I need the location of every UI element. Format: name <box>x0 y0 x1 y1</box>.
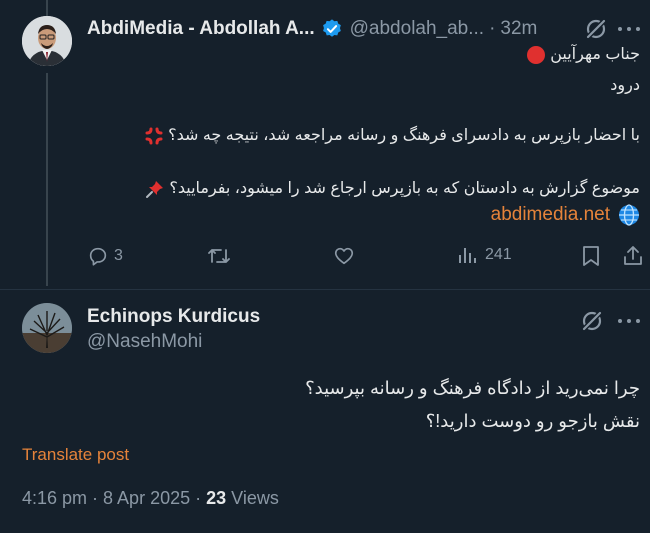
retweet-icon <box>208 249 230 263</box>
retweet-button[interactable] <box>207 245 231 267</box>
divider <box>0 289 650 290</box>
views-count: 23 <box>206 488 227 508</box>
share-icon <box>624 246 642 265</box>
thread-connector <box>46 73 48 286</box>
link-line: abdimedia.net <box>491 204 640 226</box>
tweet-actions-bar: 3 241 <box>0 245 650 275</box>
tweet-text-line: موضوع گزارش به دادستان که به بازپرس ارجا… <box>145 178 640 199</box>
heart-icon <box>334 247 354 265</box>
pushpin-icon <box>145 180 163 198</box>
view-count: 241 <box>485 246 512 263</box>
tweet-header: AbdiMedia - Abdollah A... @abdolah_ab...… <box>87 17 537 41</box>
tweet-text-line: نقش بازجو رو دوست دارید!؟ <box>425 411 640 431</box>
views-button[interactable]: 241 <box>457 245 512 265</box>
share-button[interactable] <box>622 245 644 267</box>
more-options-icon[interactable] <box>618 310 640 332</box>
tweet-text-line: درود <box>610 77 640 94</box>
analytics-icon <box>459 248 476 263</box>
website-link[interactable]: abdimedia.net <box>491 204 610 226</box>
display-name[interactable]: AbdiMedia - Abdollah A... <box>87 18 315 40</box>
globe-icon <box>619 204 639 226</box>
timestamp[interactable]: 32m <box>500 18 537 40</box>
translate-post-link[interactable]: Translate post <box>22 445 129 465</box>
like-button[interactable] <box>333 245 355 267</box>
views-label: Views <box>226 488 279 508</box>
tweet-text-line: چرا نمی‌رید از دادگاه فرهنگ و رسانه بپرس… <box>305 378 640 398</box>
grok-icon[interactable] <box>583 16 609 42</box>
red-circle-icon <box>526 45 545 64</box>
tweet-meta: 4:16 pm · 8 Apr 2025 · 23 Views <box>22 488 279 509</box>
avatar[interactable] <box>22 16 72 66</box>
reply-icon <box>89 247 107 266</box>
tweet-text-line: با احضار بازپرس به دادسرای فرهنگ و رسانه… <box>144 125 640 146</box>
separator-dot: · <box>489 18 496 39</box>
more-options-icon[interactable] <box>618 18 640 40</box>
bookmark-button[interactable] <box>581 245 601 267</box>
tweet-header: Echinops Kurdicus <box>87 305 260 329</box>
post-timestamp[interactable]: 4:16 pm · 8 Apr 2025 · <box>22 488 206 508</box>
tweet-text-line: جناب مهرآیین <box>526 44 640 65</box>
reply-button[interactable]: 3 <box>87 245 123 267</box>
grok-icon[interactable] <box>579 308 605 334</box>
avatar[interactable] <box>22 303 72 353</box>
anger-symbol-icon <box>145 127 163 145</box>
reply-count: 3 <box>114 247 123 264</box>
bookmark-icon <box>583 246 599 266</box>
verified-badge-icon <box>322 19 341 37</box>
handle[interactable]: @abdolah_ab... <box>350 18 484 40</box>
handle[interactable]: @NasehMohi <box>87 331 202 353</box>
display-name[interactable]: Echinops Kurdicus <box>87 306 260 328</box>
tweet-parent[interactable]: AbdiMedia - Abdollah A... @abdolah_ab...… <box>0 0 650 290</box>
